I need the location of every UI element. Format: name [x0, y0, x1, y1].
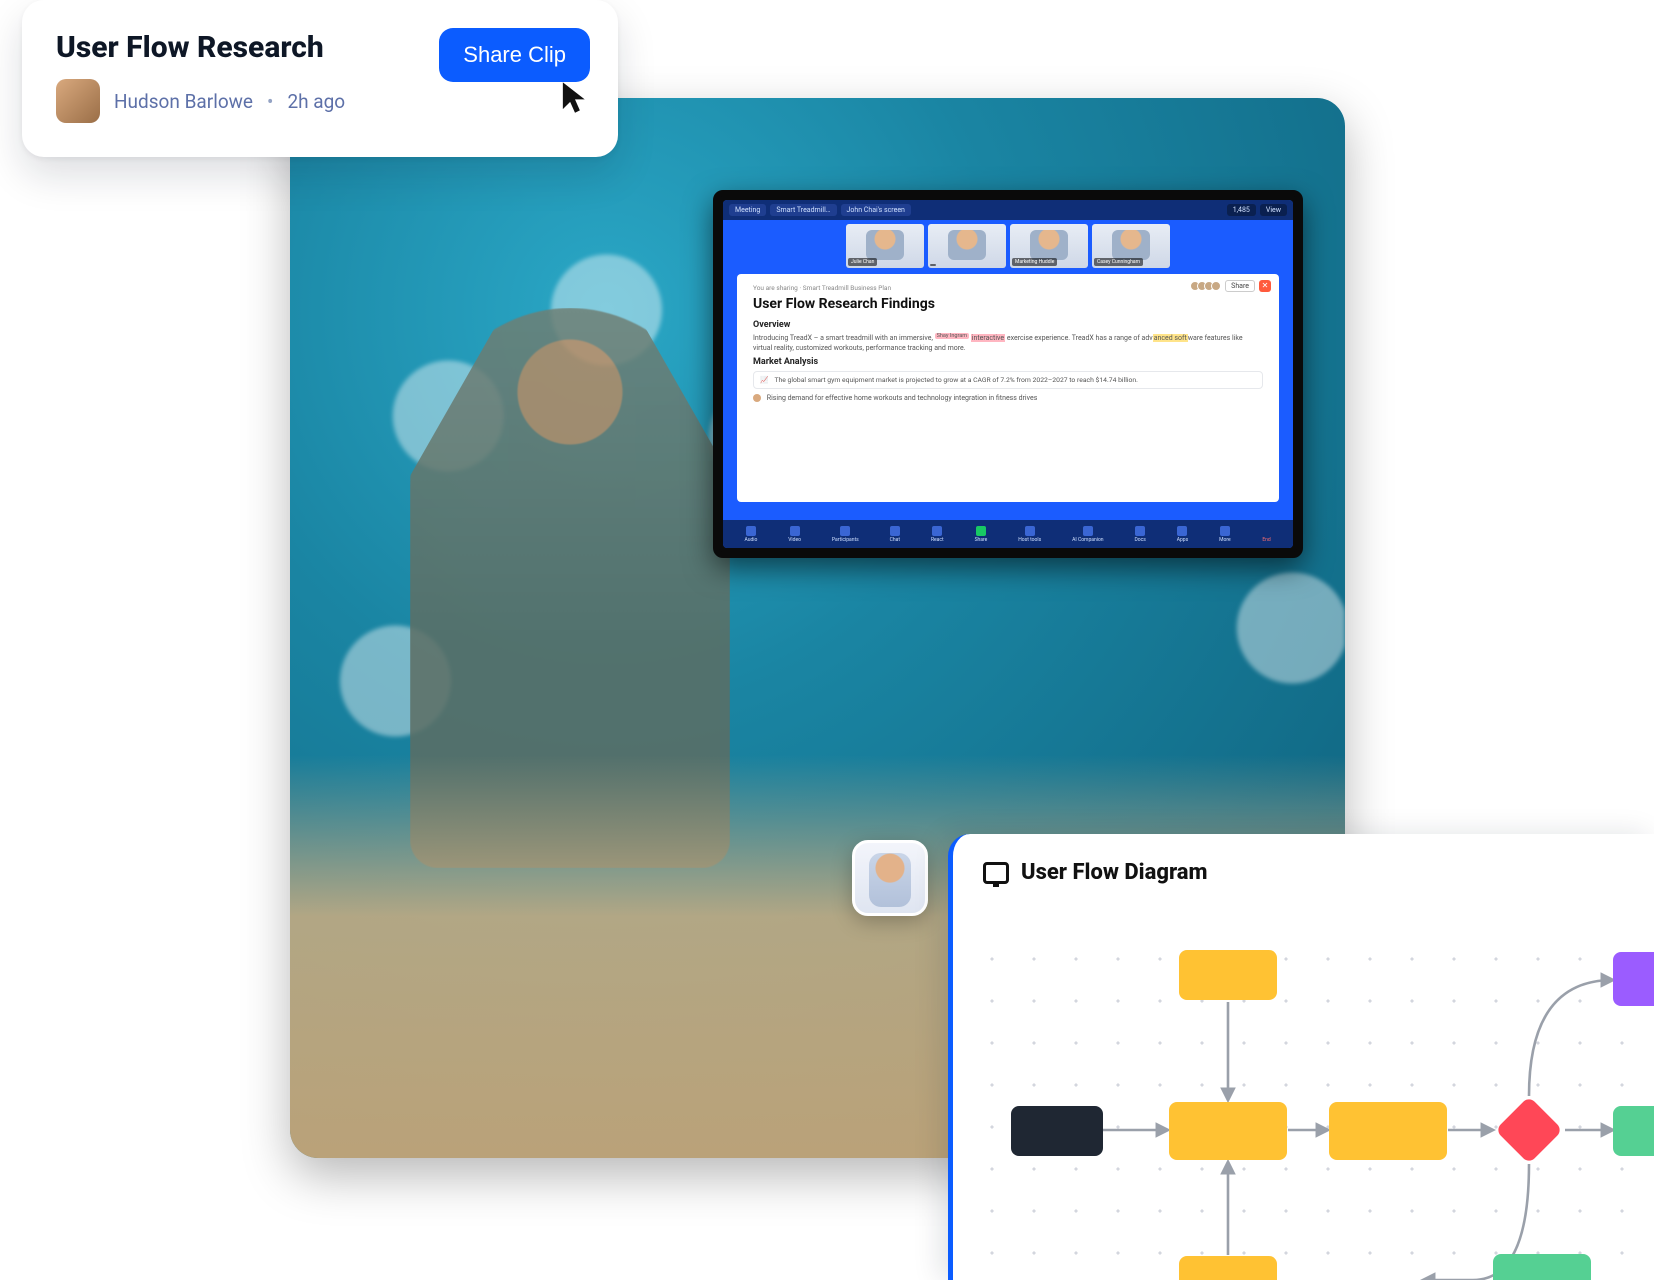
toolbar-docs[interactable]: Docs — [1134, 526, 1145, 543]
end-call-icon — [1262, 526, 1272, 536]
doc-overview-paragraph: Introducing TreadX – a smart treadmill w… — [753, 333, 1263, 353]
doc-h-overview: Overview — [753, 320, 1263, 330]
whiteboard-icon — [983, 862, 1009, 884]
toolbar-video[interactable]: Video — [788, 526, 801, 543]
flow-diagram-panel: User Flow Diagram — [948, 834, 1654, 1280]
toolbar-apps[interactable]: Apps — [1177, 526, 1188, 543]
toolbar-react[interactable]: React — [931, 526, 944, 543]
author-avatar — [56, 79, 100, 123]
zoom-app: Meeting Smart Treadmill… John Chai's scr… — [723, 200, 1293, 548]
tab-screenshare[interactable]: John Chai's screen — [841, 204, 911, 216]
share-clip-button[interactable]: Share Clip — [439, 28, 590, 82]
doc-icon — [1135, 526, 1145, 536]
clip-age: 2h ago — [287, 90, 345, 113]
view-button[interactable]: View — [1260, 204, 1287, 216]
emoji-icon — [932, 526, 942, 536]
share-status-crumb: You are sharing · Smart Treadmill Busine… — [753, 284, 1263, 292]
doc-market-card: 📈 The global smart gym equipment market … — [753, 371, 1263, 389]
wall-display: Meeting Smart Treadmill… John Chai's scr… — [713, 190, 1303, 558]
meta-separator: • — [267, 90, 273, 113]
more-icon — [1220, 526, 1230, 536]
toolbar-more[interactable]: More — [1219, 526, 1231, 543]
sparkle-icon — [1083, 526, 1093, 536]
mic-icon — [746, 526, 756, 536]
flow-node-step[interactable] — [1179, 950, 1277, 1000]
toolbar-ai[interactable]: AI Companion — [1072, 526, 1103, 543]
flow-node-step[interactable] — [1329, 1102, 1447, 1160]
doc-collaborator-avatars — [1193, 281, 1221, 291]
tab-doc[interactable]: Smart Treadmill… — [770, 204, 836, 216]
clip-author: Hudson Barlowe — [114, 90, 253, 113]
flow-node-end[interactable] — [1493, 1254, 1591, 1280]
flow-panel-header: User Flow Diagram — [953, 834, 1654, 905]
flow-node-step[interactable] — [1169, 1102, 1287, 1160]
shield-icon — [1025, 526, 1035, 536]
zoom-bottom-toolbar: Audio Video Participants Chat React Shar… — [723, 520, 1293, 548]
toolbar-audio[interactable]: Audio — [744, 526, 757, 543]
video-tile[interactable] — [1092, 224, 1170, 268]
toolbar-participants[interactable]: Participants — [832, 526, 859, 543]
video-tile[interactable] — [846, 224, 924, 268]
video-tile[interactable] — [1010, 224, 1088, 268]
presenter-silhouette — [410, 308, 730, 868]
share-screen-icon — [976, 526, 986, 536]
chart-icon: 📈 — [760, 376, 768, 384]
doc-share-button[interactable]: Share — [1225, 280, 1255, 292]
toolbar-host[interactable]: Host tools — [1018, 526, 1041, 543]
avatar-icon — [753, 394, 761, 402]
doc-title: User Flow Research Findings — [753, 296, 1263, 312]
toolbar-end[interactable]: End — [1262, 526, 1272, 543]
camera-icon — [790, 526, 800, 536]
flow-node-end[interactable] — [1613, 1106, 1654, 1156]
doc-close-button[interactable]: ✕ — [1259, 280, 1271, 292]
zoom-top-bar: Meeting Smart Treadmill… John Chai's scr… — [723, 200, 1293, 220]
doc-demand-paragraph: Rising demand for effective home workout… — [753, 393, 1263, 403]
clip-card: User Flow Research Hudson Barlowe • 2h a… — [22, 0, 618, 157]
toolbar-chat[interactable]: Chat — [890, 526, 900, 543]
video-thumbnail-rail — [723, 220, 1293, 274]
tab-meeting[interactable]: Meeting — [729, 204, 766, 216]
flow-node-action[interactable] — [1613, 952, 1654, 1006]
flow-canvas[interactable] — [953, 920, 1654, 1280]
apps-icon — [1177, 526, 1187, 536]
flow-panel-title: User Flow Diagram — [1021, 860, 1208, 885]
participant-count-badge: 1,485 — [1227, 204, 1256, 216]
chat-icon — [890, 526, 900, 536]
toolbar-share[interactable]: Share — [975, 526, 988, 543]
flow-node-step[interactable] — [1179, 1256, 1277, 1280]
flow-node-start[interactable] — [1011, 1106, 1103, 1156]
pip-participant-thumbnail[interactable] — [852, 840, 928, 916]
video-tile[interactable] — [928, 224, 1006, 268]
clip-meta: Hudson Barlowe • 2h ago — [56, 79, 584, 123]
highlight-tag: Shay Ingram — [935, 333, 969, 339]
flow-edges — [953, 920, 1654, 1280]
shared-document: Share ✕ You are sharing · Smart Treadmil… — [737, 274, 1279, 502]
people-icon — [840, 526, 850, 536]
doc-h-market: Market Analysis — [753, 357, 1263, 367]
